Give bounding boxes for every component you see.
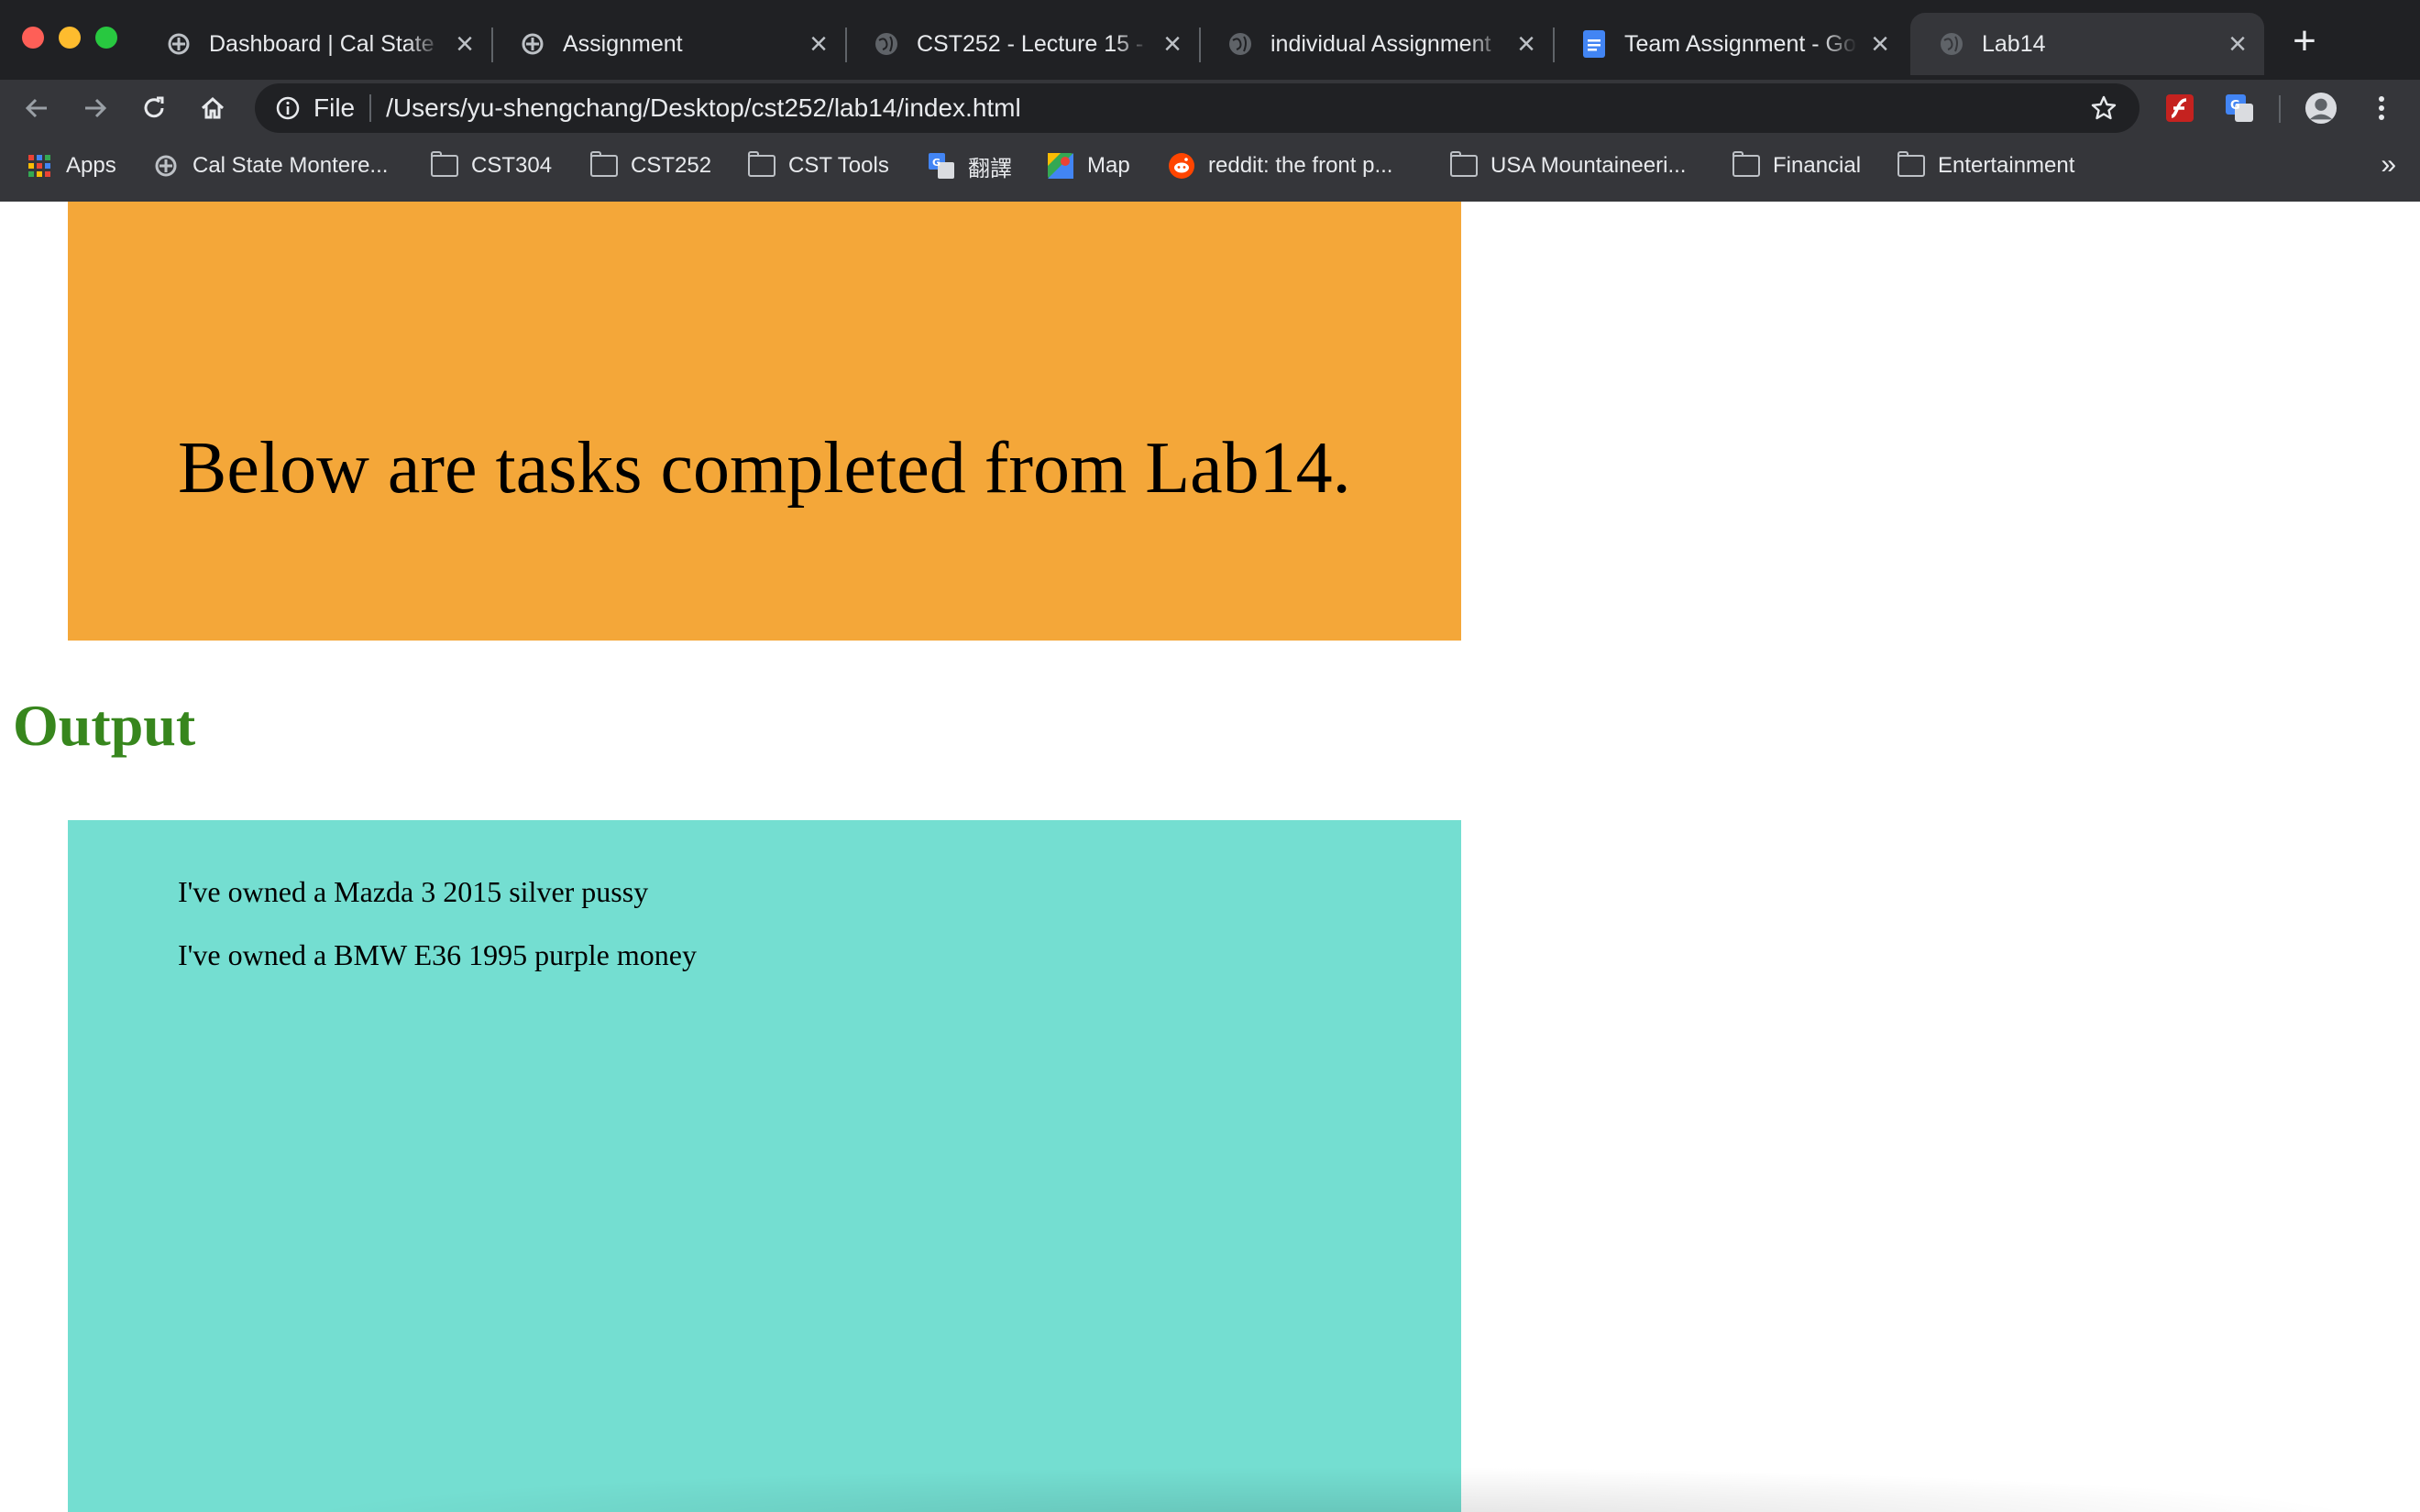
bookmark-label: Financial (1773, 153, 1862, 178)
flash-extension-icon[interactable] (2163, 92, 2196, 125)
globe-icon (873, 30, 900, 58)
window-minimize-button[interactable] (59, 27, 81, 49)
bookmark-reddit[interactable]: reddit: the front p... (1168, 151, 1392, 181)
tab-team-assignment[interactable]: Team Assignment - Google Docs × (1553, 13, 1907, 75)
bookmarks-bar: Apps Cal State Montere... CST304 CST252 … (0, 137, 2420, 203)
bookmark-label: USA Mountaineeri... (1490, 153, 1687, 178)
folder-icon (748, 151, 776, 180)
tab-title: Team Assignment - Google Docs (1624, 30, 1857, 57)
bookmark-label: 翻譯 (968, 156, 1012, 181)
bookmark-label: CST Tools (788, 153, 889, 178)
bookmark-entertainment[interactable]: Entertainment (1898, 151, 2074, 181)
tab-assignment[interactable]: Assignment × (491, 13, 847, 75)
bookmark-cst-tools[interactable]: CST Tools (748, 151, 889, 181)
tab-title: Assignment (563, 30, 683, 57)
tab-title: Lab14 (1982, 30, 2046, 57)
bookmark-map[interactable]: Map (1047, 151, 1130, 181)
csumb-icon (519, 30, 546, 58)
folder-icon (1898, 151, 1925, 180)
tab-lab14[interactable]: Lab14 × (1910, 13, 2264, 75)
url-text[interactable]: /Users/yu-shengchang/Desktop/cst252/lab1… (386, 93, 1021, 123)
tab-cst252-lecture[interactable]: CST252 - Lecture 15 - × (845, 13, 1201, 75)
folder-icon (1732, 151, 1760, 180)
window-zoom-button[interactable] (95, 27, 117, 49)
address-bar[interactable]: File /Users/yu-shengchang/Desktop/cst252… (255, 83, 2140, 133)
bookmark-translate[interactable]: G 翻譯 (928, 151, 1012, 181)
avatar[interactable] (2304, 92, 2338, 125)
more-menu-icon[interactable] (2365, 92, 2398, 125)
intro-panel: Below are tasks completed from Lab14. (68, 202, 1461, 641)
tab-title: Dashboard | Cal State Monterey Bay (209, 30, 442, 57)
tab-title: individual Assignment (1270, 30, 1491, 57)
tab-dashboard[interactable]: Dashboard | Cal State Monterey Bay × (138, 13, 493, 75)
globe-icon (1938, 30, 1965, 58)
google-translate-icon[interactable]: G (2223, 92, 2256, 125)
output-heading: Output (13, 693, 196, 758)
bookmark-cst252[interactable]: CST252 (590, 151, 711, 181)
tab-close-icon[interactable]: × (1512, 28, 1540, 60)
bookmarks-overflow-chevron-icon[interactable]: » (2381, 149, 2396, 181)
google-translate-icon: G (928, 152, 955, 180)
bookmark-label: Entertainment (1938, 153, 2075, 178)
bookmark-label: Cal State Montere... (192, 153, 389, 178)
bookmark-cal-state[interactable]: Cal State Montere... (152, 151, 388, 181)
folder-icon (590, 151, 618, 180)
bookmark-financial[interactable]: Financial (1732, 151, 1861, 181)
reddit-icon (1168, 152, 1195, 180)
folder-icon (431, 151, 458, 180)
url-divider (369, 94, 372, 122)
tab-title: CST252 - Lecture 15 - (917, 30, 1144, 57)
tab-close-icon[interactable]: × (1159, 28, 1186, 60)
svg-text:G: G (932, 157, 940, 169)
folder-icon (1450, 151, 1478, 180)
bookmark-usa-mountaineering[interactable]: USA Mountaineeri... (1450, 151, 1686, 181)
tab-close-icon[interactable]: × (2224, 28, 2251, 60)
toolbar-divider (2279, 95, 2281, 123)
bookmark-label: CST252 (631, 153, 712, 178)
apps-grid-icon (26, 152, 53, 180)
bookmark-label: Apps (66, 153, 116, 178)
home-icon[interactable] (196, 92, 229, 125)
intro-text: Below are tasks completed from Lab14. (178, 428, 1351, 509)
bookmark-star-icon[interactable] (2090, 94, 2118, 122)
bookmark-label: Map (1087, 153, 1130, 178)
forward-arrow-icon[interactable] (79, 92, 112, 125)
window-close-button[interactable] (22, 27, 44, 49)
google-maps-icon (1047, 152, 1074, 180)
svg-text:G: G (2230, 99, 2240, 113)
output-line: I've owned a Mazda 3 2015 silver pussy (178, 875, 649, 908)
google-docs-icon (1580, 30, 1608, 58)
reload-icon[interactable] (138, 92, 170, 125)
tab-close-icon[interactable]: × (805, 28, 832, 60)
back-arrow-icon[interactable] (20, 92, 53, 125)
bookmark-cst304[interactable]: CST304 (431, 151, 552, 181)
output-panel: I've owned a Mazda 3 2015 silver pussy I… (68, 820, 1461, 1512)
bookmark-label: reddit: the front p... (1208, 153, 1393, 178)
csumb-icon (165, 30, 192, 58)
browser-toolbar: File /Users/yu-shengchang/Desktop/cst252… (0, 80, 2420, 137)
new-tab-button[interactable]: + (2286, 21, 2323, 61)
output-line: I've owned a BMW E36 1995 purple money (178, 938, 697, 971)
page-viewport: Below are tasks completed from Lab14. Ou… (0, 202, 2420, 1512)
globe-icon (1226, 30, 1254, 58)
bookmark-apps[interactable]: Apps (26, 151, 116, 181)
info-icon[interactable] (275, 95, 301, 121)
tab-individual-assignment[interactable]: individual Assignment × (1199, 13, 1555, 75)
tab-close-icon[interactable]: × (451, 28, 478, 60)
tab-strip: Dashboard | Cal State Monterey Bay × Ass… (0, 0, 2420, 80)
url-scheme-label: File (314, 93, 356, 122)
csumb-icon (152, 152, 180, 180)
bookmark-label: CST304 (471, 153, 553, 178)
tab-close-icon[interactable]: × (1866, 28, 1894, 60)
